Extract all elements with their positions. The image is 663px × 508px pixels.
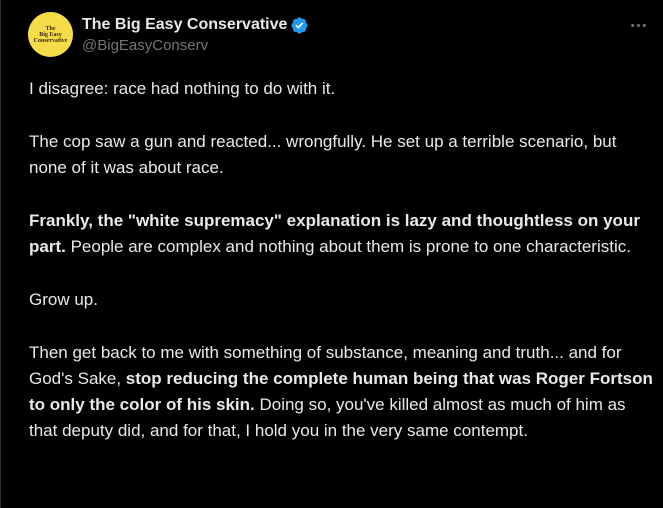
author-display-name[interactable]: The Big Easy Conservative xyxy=(82,16,287,34)
author-handle[interactable]: @BigEasyConserv xyxy=(82,37,309,54)
tweet-text-span: People are complex and nothing about the… xyxy=(65,237,631,256)
tweet-paragraph: Frankly, the "white supremacy" explanati… xyxy=(29,208,655,260)
tweet-paragraph: Grow up. xyxy=(29,290,98,309)
verified-badge-icon[interactable] xyxy=(290,16,309,35)
column-divider xyxy=(0,0,1,508)
more-options-icon[interactable] xyxy=(627,14,649,36)
name-row: The Big Easy Conservative xyxy=(82,14,309,36)
avatar-text-line: Conservative xyxy=(33,37,68,44)
avatar[interactable]: The Big Easy Conservative xyxy=(28,12,73,57)
tweet-paragraph: The cop saw a gun and reacted... wrongfu… xyxy=(29,132,617,177)
tweet-paragraph: Then get back to me with something of su… xyxy=(29,340,655,444)
tweet-text: I disagree: race had nothing to do with … xyxy=(29,76,655,444)
tweet-paragraph: I disagree: race had nothing to do with … xyxy=(29,79,336,98)
tweet-header: The Big Easy Conservative @BigEasyConser… xyxy=(82,14,309,54)
